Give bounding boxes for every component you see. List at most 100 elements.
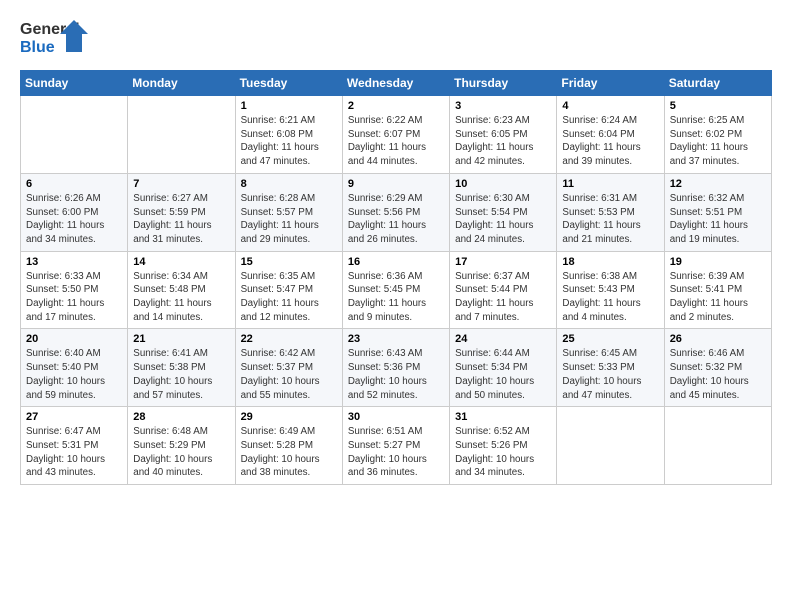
- day-cell: 28Sunrise: 6:48 AM Sunset: 5:29 PM Dayli…: [128, 407, 235, 485]
- day-cell: 30 Sunrise: 6:51 AM Sunset: 5:27 PM Dayli…: [342, 407, 449, 485]
- header: GeneralBlue: [20, 16, 772, 60]
- weekday-header-saturday: Saturday: [664, 71, 771, 96]
- day-number: 16: [348, 256, 444, 268]
- week-row-2: 6 Sunrise: 6:26 AM Sunset: 6:00 PM Daylig…: [21, 173, 772, 251]
- day-info: Sunrise: 6:42 AM Sunset: 5:37 PM Dayligh…: [241, 347, 337, 402]
- day-cell: 22Sunrise: 6:42 AM Sunset: 5:37 PM Dayli…: [235, 329, 342, 407]
- day-cell: 12 Sunrise: 6:32 AM Sunset: 5:51 PM Dayli…: [664, 173, 771, 251]
- day-cell: 7 Sunrise: 6:27 AM Sunset: 5:59 PM Daylig…: [128, 173, 235, 251]
- day-info: Sunrise: 6:22 AM Sunset: 6:07 PM Dayligh…: [348, 114, 444, 169]
- day-cell: 10 Sunrise: 6:30 AM Sunset: 5:54 PM Dayli…: [450, 173, 557, 251]
- day-info: Sunrise: 6:32 AM Sunset: 5:51 PM Dayligh…: [670, 192, 766, 247]
- weekday-header-wednesday: Wednesday: [342, 71, 449, 96]
- weekday-header-friday: Friday: [557, 71, 664, 96]
- day-info: Sunrise: 6:23 AM Sunset: 6:05 PM Dayligh…: [455, 114, 551, 169]
- calendar-body: 1 Sunrise: 6:21 AM Sunset: 6:08 PM Daylig…: [21, 96, 772, 485]
- day-cell: 20Sunrise: 6:40 AM Sunset: 5:40 PM Dayli…: [21, 329, 128, 407]
- day-cell: 14 Sunrise: 6:34 AM Sunset: 5:48 PM Dayli…: [128, 251, 235, 329]
- week-row-3: 13 Sunrise: 6:33 AM Sunset: 5:50 PM Dayli…: [21, 251, 772, 329]
- week-row-4: 20Sunrise: 6:40 AM Sunset: 5:40 PM Dayli…: [21, 329, 772, 407]
- day-number: 14: [133, 256, 229, 268]
- day-number: 13: [26, 256, 122, 268]
- day-cell: 31Sunrise: 6:52 AM Sunset: 5:26 PM Dayli…: [450, 407, 557, 485]
- day-info: Sunrise: 6:45 AM Sunset: 5:33 PM Dayligh…: [562, 347, 658, 402]
- day-info: Sunrise: 6:33 AM Sunset: 5:50 PM Dayligh…: [26, 270, 122, 325]
- day-number: 29: [241, 411, 337, 423]
- day-info: Sunrise: 6:31 AM Sunset: 5:53 PM Dayligh…: [562, 192, 658, 247]
- day-number: 26: [670, 333, 766, 345]
- logo-svg: GeneralBlue: [20, 16, 92, 60]
- day-number: 10: [455, 178, 551, 190]
- day-number: 17: [455, 256, 551, 268]
- day-cell: 11 Sunrise: 6:31 AM Sunset: 5:53 PM Dayli…: [557, 173, 664, 251]
- logo: GeneralBlue: [20, 16, 92, 60]
- day-info: Sunrise: 6:27 AM Sunset: 5:59 PM Dayligh…: [133, 192, 229, 247]
- day-cell: [128, 96, 235, 174]
- day-cell: [21, 96, 128, 174]
- day-number: 27: [26, 411, 122, 423]
- day-number: 4: [562, 100, 658, 112]
- day-info: Sunrise: 6:28 AM Sunset: 5:57 PM Dayligh…: [241, 192, 337, 247]
- day-number: 15: [241, 256, 337, 268]
- day-info: Sunrise: 6:26 AM Sunset: 6:00 PM Dayligh…: [26, 192, 122, 247]
- day-cell: 18 Sunrise: 6:38 AM Sunset: 5:43 PM Dayli…: [557, 251, 664, 329]
- day-cell: 29 Sunrise: 6:49 AM Sunset: 5:28 PM Dayli…: [235, 407, 342, 485]
- day-info: Sunrise: 6:51 AM Sunset: 5:27 PM Dayligh…: [348, 425, 444, 480]
- day-info: Sunrise: 6:24 AM Sunset: 6:04 PM Dayligh…: [562, 114, 658, 169]
- day-number: 24: [455, 333, 551, 345]
- week-row-5: 27 Sunrise: 6:47 AM Sunset: 5:31 PM Dayli…: [21, 407, 772, 485]
- day-number: 25: [562, 333, 658, 345]
- day-info: Sunrise: 6:47 AM Sunset: 5:31 PM Dayligh…: [26, 425, 122, 480]
- day-info: Sunrise: 6:38 AM Sunset: 5:43 PM Dayligh…: [562, 270, 658, 325]
- day-number: 21: [133, 333, 229, 345]
- day-cell: 26 Sunrise: 6:46 AM Sunset: 5:32 PM Dayli…: [664, 329, 771, 407]
- day-number: 28: [133, 411, 229, 423]
- day-info: Sunrise: 6:29 AM Sunset: 5:56 PM Dayligh…: [348, 192, 444, 247]
- weekday-header-monday: Monday: [128, 71, 235, 96]
- day-number: 20: [26, 333, 122, 345]
- day-cell: 4 Sunrise: 6:24 AM Sunset: 6:04 PM Daylig…: [557, 96, 664, 174]
- day-cell: 5Sunrise: 6:25 AM Sunset: 6:02 PM Daylig…: [664, 96, 771, 174]
- day-cell: 8 Sunrise: 6:28 AM Sunset: 5:57 PM Daylig…: [235, 173, 342, 251]
- day-number: 1: [241, 100, 337, 112]
- day-number: 18: [562, 256, 658, 268]
- day-info: Sunrise: 6:30 AM Sunset: 5:54 PM Dayligh…: [455, 192, 551, 247]
- day-cell: [557, 407, 664, 485]
- day-info: Sunrise: 6:39 AM Sunset: 5:41 PM Dayligh…: [670, 270, 766, 325]
- day-number: 7: [133, 178, 229, 190]
- day-info: Sunrise: 6:49 AM Sunset: 5:28 PM Dayligh…: [241, 425, 337, 480]
- day-cell: 17Sunrise: 6:37 AM Sunset: 5:44 PM Dayli…: [450, 251, 557, 329]
- day-cell: 6 Sunrise: 6:26 AM Sunset: 6:00 PM Daylig…: [21, 173, 128, 251]
- day-cell: 1 Sunrise: 6:21 AM Sunset: 6:08 PM Daylig…: [235, 96, 342, 174]
- day-info: Sunrise: 6:52 AM Sunset: 5:26 PM Dayligh…: [455, 425, 551, 480]
- day-info: Sunrise: 6:46 AM Sunset: 5:32 PM Dayligh…: [670, 347, 766, 402]
- day-number: 23: [348, 333, 444, 345]
- day-info: Sunrise: 6:25 AM Sunset: 6:02 PM Dayligh…: [670, 114, 766, 169]
- day-info: Sunrise: 6:21 AM Sunset: 6:08 PM Dayligh…: [241, 114, 337, 169]
- day-number: 3: [455, 100, 551, 112]
- day-cell: 16 Sunrise: 6:36 AM Sunset: 5:45 PM Dayli…: [342, 251, 449, 329]
- page: GeneralBlue SundayMondayTuesdayWednesday…: [0, 0, 792, 612]
- day-info: Sunrise: 6:34 AM Sunset: 5:48 PM Dayligh…: [133, 270, 229, 325]
- day-number: 12: [670, 178, 766, 190]
- day-cell: 25 Sunrise: 6:45 AM Sunset: 5:33 PM Dayli…: [557, 329, 664, 407]
- day-cell: 23Sunrise: 6:43 AM Sunset: 5:36 PM Dayli…: [342, 329, 449, 407]
- svg-text:Blue: Blue: [20, 39, 55, 56]
- week-row-1: 1 Sunrise: 6:21 AM Sunset: 6:08 PM Daylig…: [21, 96, 772, 174]
- day-number: 30: [348, 411, 444, 423]
- day-number: 9: [348, 178, 444, 190]
- weekday-header-tuesday: Tuesday: [235, 71, 342, 96]
- weekday-header-row: SundayMondayTuesdayWednesdayThursdayFrid…: [21, 71, 772, 96]
- day-cell: 2Sunrise: 6:22 AM Sunset: 6:07 PM Daylig…: [342, 96, 449, 174]
- day-cell: [664, 407, 771, 485]
- day-number: 6: [26, 178, 122, 190]
- day-number: 11: [562, 178, 658, 190]
- day-cell: 13 Sunrise: 6:33 AM Sunset: 5:50 PM Dayli…: [21, 251, 128, 329]
- day-cell: 27 Sunrise: 6:47 AM Sunset: 5:31 PM Dayli…: [21, 407, 128, 485]
- day-cell: 9 Sunrise: 6:29 AM Sunset: 5:56 PM Daylig…: [342, 173, 449, 251]
- day-info: Sunrise: 6:36 AM Sunset: 5:45 PM Dayligh…: [348, 270, 444, 325]
- day-cell: 24Sunrise: 6:44 AM Sunset: 5:34 PM Dayli…: [450, 329, 557, 407]
- day-info: Sunrise: 6:35 AM Sunset: 5:47 PM Dayligh…: [241, 270, 337, 325]
- weekday-header-thursday: Thursday: [450, 71, 557, 96]
- day-number: 8: [241, 178, 337, 190]
